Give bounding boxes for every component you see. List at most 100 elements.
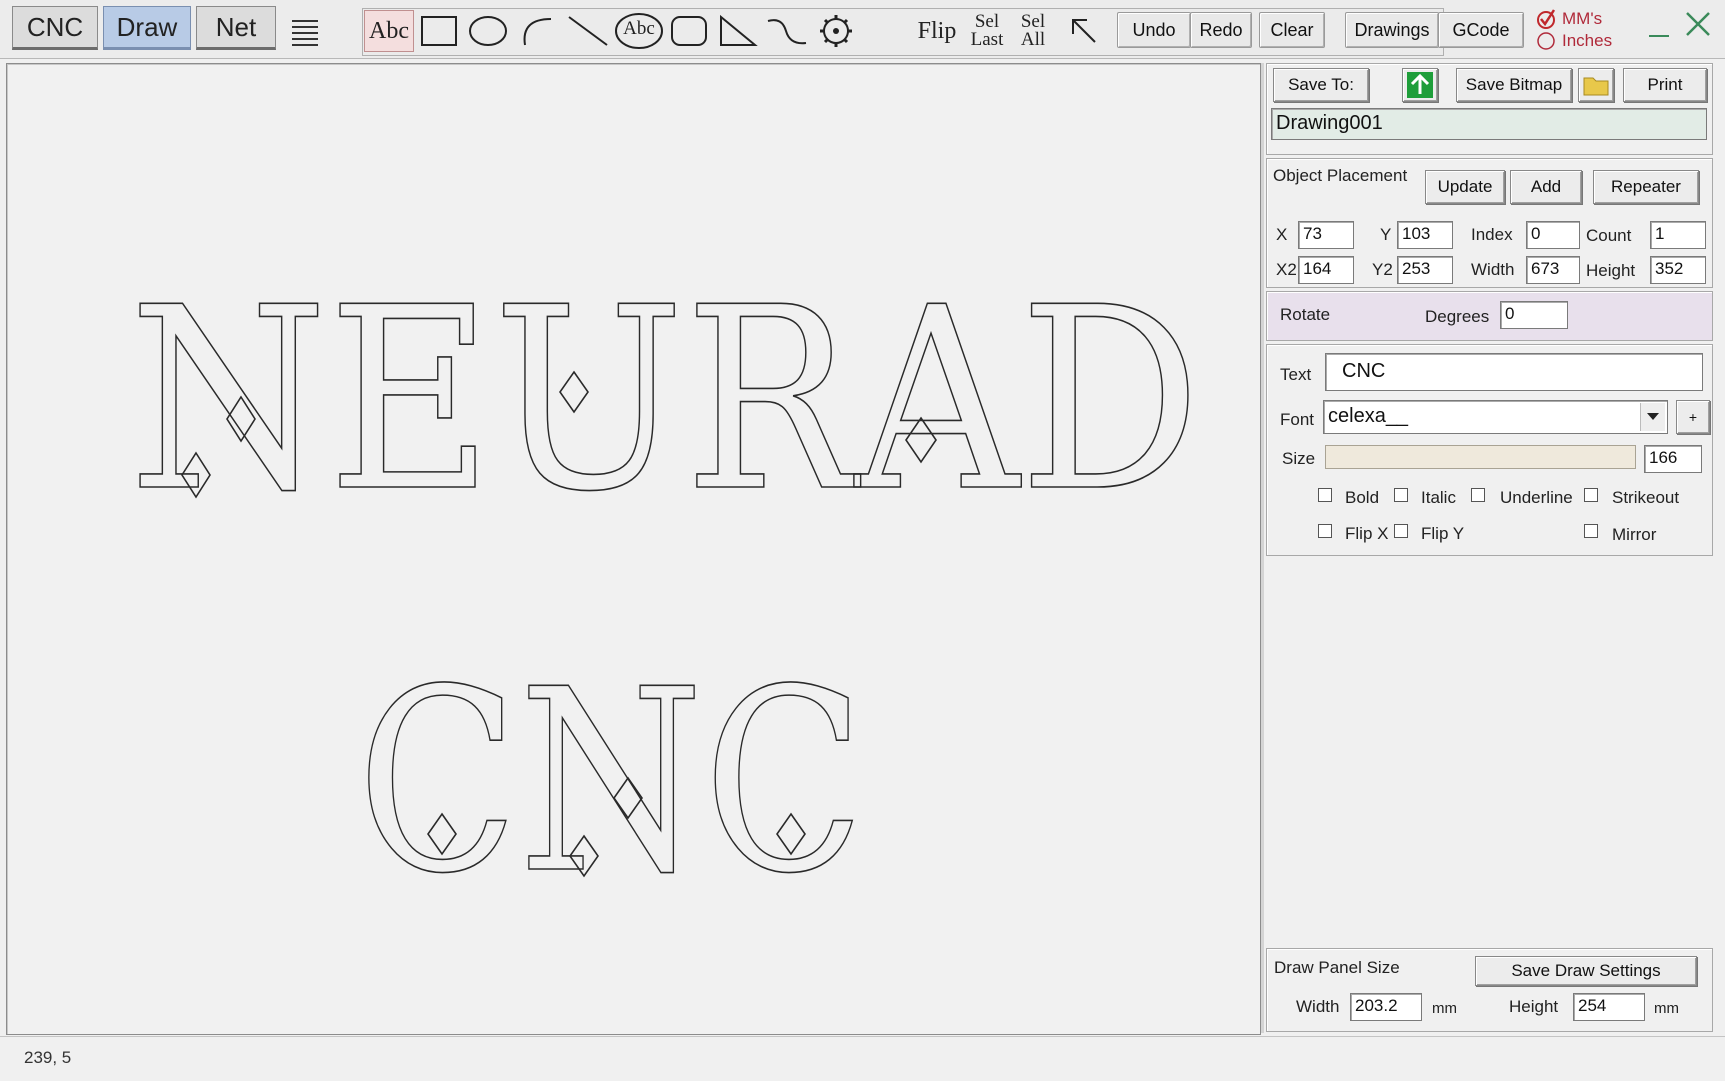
rotate-panel: [1266, 291, 1713, 341]
print-button[interactable]: Print: [1623, 68, 1707, 102]
open-folder-button[interactable]: [1578, 68, 1614, 102]
rectangle-tool[interactable]: [418, 10, 460, 52]
degrees-input[interactable]: 0: [1500, 301, 1568, 329]
cursor-coordinates: 239, 5: [24, 1048, 72, 1067]
save-to-button[interactable]: Save To:: [1273, 68, 1369, 102]
radio-unchecked-icon: [1537, 32, 1555, 50]
y-input[interactable]: 103: [1397, 221, 1453, 249]
flip-button[interactable]: Flip: [913, 10, 961, 52]
curve-icon: [767, 19, 807, 45]
arc-tool[interactable]: [515, 10, 557, 52]
font-select-value: celexa__: [1328, 405, 1409, 427]
filename-input[interactable]: Drawing001: [1271, 108, 1707, 140]
drawings-button[interactable]: Drawings: [1345, 12, 1439, 48]
tab-cnc[interactable]: CNC: [12, 6, 98, 50]
pointer-arrow-icon: [1072, 19, 1096, 43]
redo-button[interactable]: Redo: [1190, 12, 1252, 48]
curved-text-tool[interactable]: Abc: [614, 10, 664, 52]
triangle-tool[interactable]: [715, 10, 759, 52]
menu-list-icon[interactable]: [287, 12, 323, 50]
x-label: X: [1276, 225, 1288, 244]
italic-checkbox[interactable]: [1394, 488, 1408, 502]
minimize-icon: [1649, 35, 1669, 37]
underline-checkbox[interactable]: [1471, 488, 1485, 502]
italic-label: Italic: [1421, 488, 1456, 507]
flip-y-checkbox[interactable]: [1394, 524, 1408, 538]
canvas-text-neurad[interactable]: NEURAD: [128, 253, 1202, 548]
gear-icon: [820, 15, 852, 47]
panel-height-unit: mm: [1654, 1000, 1679, 1017]
sel-all-line2: All: [1020, 29, 1046, 50]
panel-width-input[interactable]: 203.2: [1350, 993, 1422, 1021]
ellipse-tool[interactable]: [467, 10, 509, 52]
ellipse-icon: [469, 16, 507, 46]
bold-checkbox[interactable]: [1318, 488, 1332, 502]
x-input[interactable]: 73: [1298, 221, 1354, 249]
draw-panel-size-title: Draw Panel Size: [1274, 958, 1400, 977]
dropdown-arrow-icon: [1640, 403, 1665, 431]
repeater-button[interactable]: Repeater: [1593, 170, 1699, 204]
height-label: Height: [1586, 261, 1636, 280]
save-draw-settings-button[interactable]: Save Draw Settings: [1475, 956, 1697, 986]
tab-net[interactable]: Net: [196, 6, 276, 50]
flip-x-checkbox[interactable]: [1318, 524, 1332, 538]
close-button[interactable]: [1682, 8, 1714, 40]
units-mm-radio[interactable]: MM's: [1536, 8, 1602, 30]
panel-height-input[interactable]: 254: [1573, 993, 1645, 1021]
select-last-button[interactable]: Sel Last: [964, 10, 1010, 52]
rounded-rect-icon: [671, 16, 707, 46]
radio-checked-icon: [1537, 9, 1556, 29]
canvas-text-cnc[interactable]: CNC: [356, 635, 866, 930]
strikeout-checkbox[interactable]: [1584, 488, 1598, 502]
font-select[interactable]: celexa__: [1323, 400, 1668, 434]
add-font-button[interactable]: +: [1676, 400, 1710, 434]
height-input[interactable]: 352: [1650, 256, 1706, 284]
select-all-button[interactable]: Sel All: [1013, 10, 1053, 52]
panel-width-unit: mm: [1432, 1000, 1457, 1017]
rotate-title: Rotate: [1280, 305, 1331, 324]
upload-button[interactable]: [1402, 68, 1438, 102]
undo-button[interactable]: Undo: [1117, 12, 1191, 48]
width-input[interactable]: 673: [1526, 256, 1580, 284]
drawing-canvas[interactable]: NEURAD CNC: [6, 63, 1261, 1035]
add-button[interactable]: Add: [1510, 170, 1582, 204]
rectangle-icon: [421, 16, 457, 46]
size-input[interactable]: 166: [1644, 445, 1702, 473]
rounded-rect-tool[interactable]: [668, 10, 710, 52]
units-mm-label: MM's: [1562, 9, 1603, 28]
right-panel-separator: [1261, 63, 1264, 1033]
x2-input[interactable]: 164: [1298, 256, 1354, 284]
clear-button[interactable]: Clear: [1259, 12, 1325, 48]
size-label: Size: [1282, 449, 1316, 468]
font-label: Font: [1280, 410, 1315, 429]
tab-draw[interactable]: Draw: [103, 6, 191, 50]
mirror-checkbox[interactable]: [1584, 524, 1598, 538]
size-slider[interactable]: [1325, 445, 1636, 469]
text-input[interactable]: CNC: [1325, 353, 1703, 391]
save-bitmap-button[interactable]: Save Bitmap: [1456, 68, 1572, 102]
mirror-label: Mirror: [1612, 525, 1657, 544]
update-button[interactable]: Update: [1425, 170, 1505, 204]
line-icon: [568, 16, 608, 46]
count-input[interactable]: 1: [1650, 221, 1706, 249]
pointer-tool[interactable]: [1062, 10, 1106, 52]
text-tool-label: Abc: [369, 17, 409, 44]
underline-label: Underline: [1500, 488, 1573, 507]
gcode-button[interactable]: GCode: [1438, 12, 1524, 48]
index-input[interactable]: 0: [1526, 221, 1580, 249]
flip-label: Flip: [917, 17, 957, 44]
text-tool[interactable]: Abc: [364, 10, 414, 52]
y2-label: Y2: [1372, 260, 1393, 279]
units-inches-radio[interactable]: Inches: [1536, 30, 1612, 52]
index-label: Index: [1471, 225, 1513, 244]
curve-tool[interactable]: [764, 10, 810, 52]
x2-label: X2: [1276, 260, 1297, 279]
arc-icon: [523, 18, 552, 46]
text-label: Text: [1280, 365, 1312, 384]
gear-tool[interactable]: [814, 10, 858, 52]
line-tool[interactable]: [565, 10, 611, 52]
y2-input[interactable]: 253: [1397, 256, 1453, 284]
panel-height-label: Height: [1509, 997, 1559, 1016]
folder-icon: [1583, 77, 1609, 96]
minimize-button[interactable]: [1645, 14, 1673, 42]
